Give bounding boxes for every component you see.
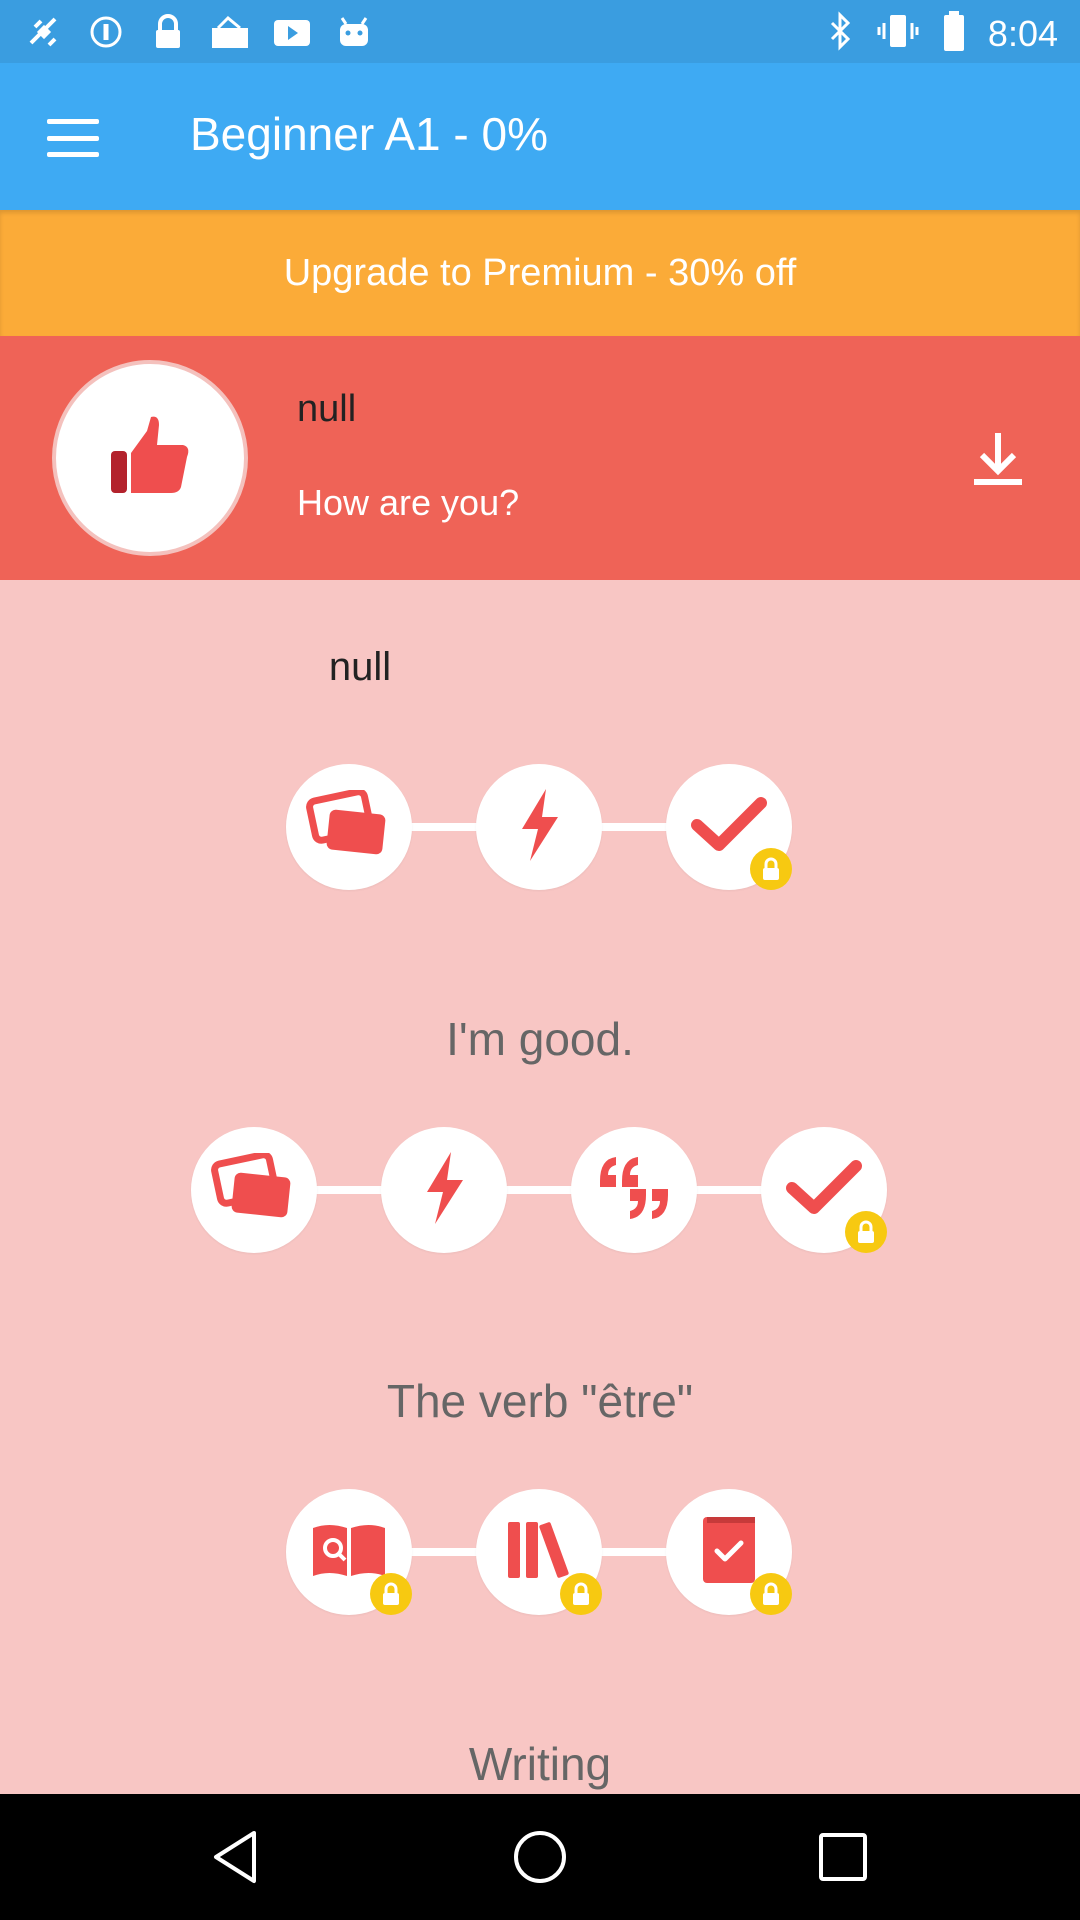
upgrade-premium-banner[interactable]: Upgrade to Premium - 30% off <box>0 210 1080 336</box>
book-search-icon <box>309 1520 389 1585</box>
upgrade-premium-label: Upgrade to Premium - 30% off <box>283 251 797 294</box>
activity-flashcards[interactable] <box>286 764 412 890</box>
lock-icon <box>750 1573 792 1615</box>
status-time: 8:04 <box>987 12 1058 54</box>
lightning-icon <box>419 1150 469 1231</box>
check-icon <box>786 1158 862 1223</box>
navigation-bar <box>0 1794 1080 1920</box>
book-check-icon <box>699 1515 759 1590</box>
status-bar: 8:04 <box>0 0 1080 63</box>
home-icon[interactable] <box>505 1822 575 1892</box>
menu-icon[interactable] <box>42 113 104 163</box>
section-title: null <box>328 645 392 689</box>
fake-gps-icon <box>24 12 64 52</box>
page-title: Beginner A1 - 0% <box>190 108 549 160</box>
activity-connector <box>291 1186 787 1194</box>
mail-check-icon <box>210 12 250 52</box>
quote-icon <box>596 1153 672 1228</box>
lock-icon <box>148 12 188 52</box>
back-icon[interactable] <box>200 1822 270 1892</box>
lightning-icon <box>514 787 564 868</box>
section-title: Writing <box>468 1738 612 1790</box>
lesson-subtitle: How are you? <box>297 482 520 523</box>
activity-flashcards[interactable] <box>191 1127 317 1253</box>
lock-icon <box>560 1573 602 1615</box>
activity-lightning[interactable] <box>476 764 602 890</box>
activity-row <box>191 1125 887 1255</box>
bluetooth-icon <box>828 11 854 56</box>
lesson-title: null <box>297 388 357 430</box>
lock-icon <box>370 1573 412 1615</box>
thumbs-up-icon <box>107 413 193 504</box>
activity-quote[interactable] <box>571 1127 697 1253</box>
app-bar: Beginner A1 - 0% <box>0 63 1080 210</box>
activity-row <box>286 762 792 892</box>
lock-icon <box>845 1211 887 1253</box>
download-icon[interactable] <box>970 429 1026 489</box>
info-icon <box>86 12 126 52</box>
lock-icon <box>750 848 792 890</box>
battery-icon <box>942 10 966 57</box>
section-title: I'm good. <box>446 1013 634 1065</box>
youtube-icon <box>272 12 312 52</box>
lesson-header: null How are you? <box>0 336 1080 580</box>
vibrate-icon <box>876 11 920 56</box>
section-title: The verb "être" <box>386 1375 694 1427</box>
check-icon <box>691 795 767 860</box>
lesson-avatar <box>52 360 248 556</box>
flashcards-icon <box>209 1150 299 1228</box>
books-icon <box>504 1518 574 1587</box>
android-icon <box>334 12 374 52</box>
flashcards-icon <box>304 787 394 865</box>
activity-lightning[interactable] <box>381 1127 507 1253</box>
activity-row <box>286 1487 792 1617</box>
recents-icon[interactable] <box>808 1822 878 1892</box>
